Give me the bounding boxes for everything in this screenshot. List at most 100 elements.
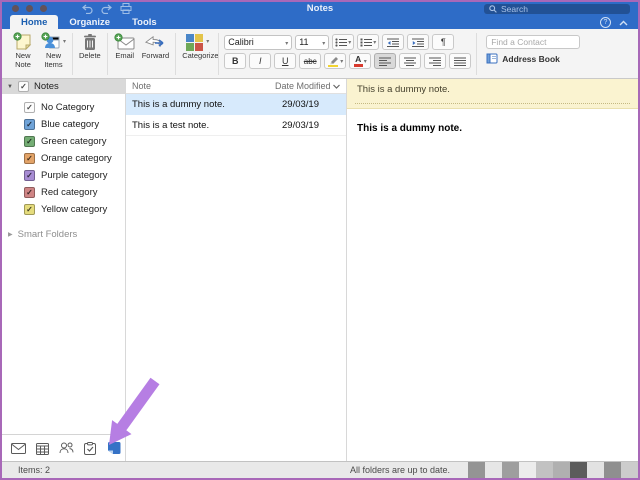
- tab-tools[interactable]: Tools: [121, 15, 168, 29]
- category-checkbox[interactable]: ✓: [24, 204, 35, 215]
- note-list-row[interactable]: This is a dummy note. 29/03/19: [126, 94, 346, 115]
- align-center-button[interactable]: [399, 53, 421, 69]
- notes-root-checkbox[interactable]: ✓: [18, 81, 29, 92]
- justify-icon: [454, 57, 466, 66]
- align-right-button[interactable]: [424, 53, 446, 69]
- main-content: ▼ ✓ Notes ✓ No Category ✓ Blue category …: [2, 79, 638, 461]
- note-title: This is a test note.: [132, 120, 282, 131]
- sidebar-item-smart-folders[interactable]: ▶ Smart Folders: [2, 229, 125, 240]
- align-left-icon: [379, 57, 391, 66]
- decrease-indent-button[interactable]: [382, 34, 404, 50]
- chevron-down-icon: [321, 37, 325, 47]
- sidebar-item-notes-root[interactable]: ▼ ✓ Notes: [2, 79, 125, 94]
- trash-icon: [82, 32, 98, 52]
- ribbon-separator: [476, 33, 477, 75]
- sidebar-item-no-category[interactable]: ✓ No Category: [2, 99, 125, 116]
- tasks-icon: [84, 442, 96, 455]
- tab-home[interactable]: Home: [10, 15, 58, 29]
- new-items-button[interactable]: New Items: [38, 31, 69, 77]
- status-bar: Items: 2 All folders are up to date.: [2, 461, 638, 478]
- ribbon-separator: [175, 33, 176, 75]
- increase-indent-button[interactable]: [407, 34, 429, 50]
- smart-folders-label: Smart Folders: [18, 229, 78, 240]
- paragraph-marks-button[interactable]: ¶: [432, 34, 454, 50]
- nav-notes-button[interactable]: [106, 440, 122, 456]
- font-size-select[interactable]: 11: [295, 35, 329, 50]
- align-left-button[interactable]: [374, 53, 396, 69]
- note-header: This is a dummy note.: [347, 79, 638, 109]
- sync-status: All folders are up to date.: [350, 465, 450, 475]
- category-label: Purple category: [41, 170, 108, 181]
- highlighter-icon: [327, 56, 339, 67]
- category-checkbox[interactable]: ✓: [24, 170, 35, 181]
- align-right-icon: [429, 57, 441, 66]
- new-note-icon: [13, 32, 33, 52]
- sort-chevron-icon[interactable]: [333, 84, 340, 89]
- note-list: Note Date Modified This is a dummy note.…: [126, 79, 346, 461]
- category-label: Blue category: [41, 119, 99, 130]
- highlight-button[interactable]: [324, 53, 346, 69]
- note-date: 29/03/19: [282, 120, 340, 131]
- sidebar-item-purple-category[interactable]: ✓ Purple category: [2, 167, 125, 184]
- address-book-icon: [486, 53, 498, 64]
- font-name-select[interactable]: Calibri: [224, 35, 292, 50]
- nav-tasks-button[interactable]: [82, 440, 98, 456]
- column-header-date-modified[interactable]: Date Modified: [275, 81, 333, 91]
- nav-calendar-button[interactable]: [34, 440, 50, 456]
- category-label: Yellow category: [41, 204, 107, 215]
- category-label: Red category: [41, 187, 98, 198]
- pilcrow-icon: ¶: [441, 37, 446, 47]
- underline-button[interactable]: U: [274, 53, 296, 69]
- find-contact-input[interactable]: Find a Contact: [486, 35, 580, 49]
- font-color-button[interactable]: A: [349, 53, 371, 69]
- note-body[interactable]: This is a dummy note.: [347, 109, 638, 148]
- disclosure-down-icon[interactable]: ▼: [7, 84, 13, 90]
- font-group: Calibri 11: [222, 31, 473, 77]
- folder-sidebar: ▼ ✓ Notes ✓ No Category ✓ Blue category …: [2, 79, 125, 461]
- calendar-icon: [36, 442, 49, 455]
- nav-people-button[interactable]: [58, 440, 74, 456]
- column-header-note[interactable]: Note: [132, 81, 275, 91]
- title-bar: Notes Search: [2, 2, 638, 15]
- address-book-button[interactable]: Address Book: [486, 53, 580, 64]
- category-checkbox[interactable]: ✓: [24, 187, 35, 198]
- delete-button[interactable]: Delete: [76, 31, 104, 77]
- mail-icon: [11, 443, 26, 454]
- forward-button[interactable]: Forward: [139, 31, 173, 77]
- search-input[interactable]: Search: [484, 4, 630, 14]
- category-checkbox[interactable]: ✓: [24, 136, 35, 147]
- numbered-list-button[interactable]: [357, 34, 379, 50]
- sidebar-item-green-category[interactable]: ✓ Green category: [2, 133, 125, 150]
- category-checkbox[interactable]: ✓: [24, 102, 35, 113]
- chevron-down-icon: [284, 37, 288, 47]
- note-list-header: Note Date Modified: [126, 79, 346, 94]
- increase-indent-icon: [412, 38, 424, 47]
- ribbon-tab-bar: Home Organize Tools ?: [2, 15, 638, 29]
- note-title: This is a dummy note.: [132, 99, 282, 110]
- italic-button[interactable]: I: [249, 53, 271, 69]
- strikethrough-button[interactable]: abc: [299, 53, 321, 69]
- note-list-row[interactable]: This is a test note. 29/03/19: [126, 115, 346, 136]
- disclosure-right-icon[interactable]: ▶: [8, 231, 13, 238]
- contact-group: Find a Contact Address Book: [480, 31, 580, 77]
- email-button[interactable]: Email: [111, 31, 139, 77]
- help-icon[interactable]: ?: [600, 17, 611, 28]
- new-items-icon: [41, 32, 66, 52]
- bold-button[interactable]: B: [224, 53, 246, 69]
- collapse-ribbon-icon[interactable]: [619, 20, 628, 26]
- sidebar-item-orange-category[interactable]: ✓ Orange category: [2, 150, 125, 167]
- sidebar-item-blue-category[interactable]: ✓ Blue category: [2, 116, 125, 133]
- font-color-icon: A: [354, 55, 363, 67]
- justify-button[interactable]: [449, 53, 471, 69]
- category-checkbox[interactable]: ✓: [24, 119, 35, 130]
- sidebar-item-yellow-category[interactable]: ✓ Yellow category: [2, 201, 125, 218]
- new-note-button[interactable]: New Note: [8, 31, 38, 77]
- email-note-icon: [114, 32, 136, 52]
- tab-organize[interactable]: Organize: [58, 15, 121, 29]
- sidebar-item-red-category[interactable]: ✓ Red category: [2, 184, 125, 201]
- category-checkbox[interactable]: ✓: [24, 153, 35, 164]
- bullet-list-button[interactable]: [332, 34, 354, 50]
- nav-mail-button[interactable]: [10, 440, 26, 456]
- category-label: Green category: [41, 136, 106, 147]
- categorize-button[interactable]: Categorize: [179, 31, 215, 77]
